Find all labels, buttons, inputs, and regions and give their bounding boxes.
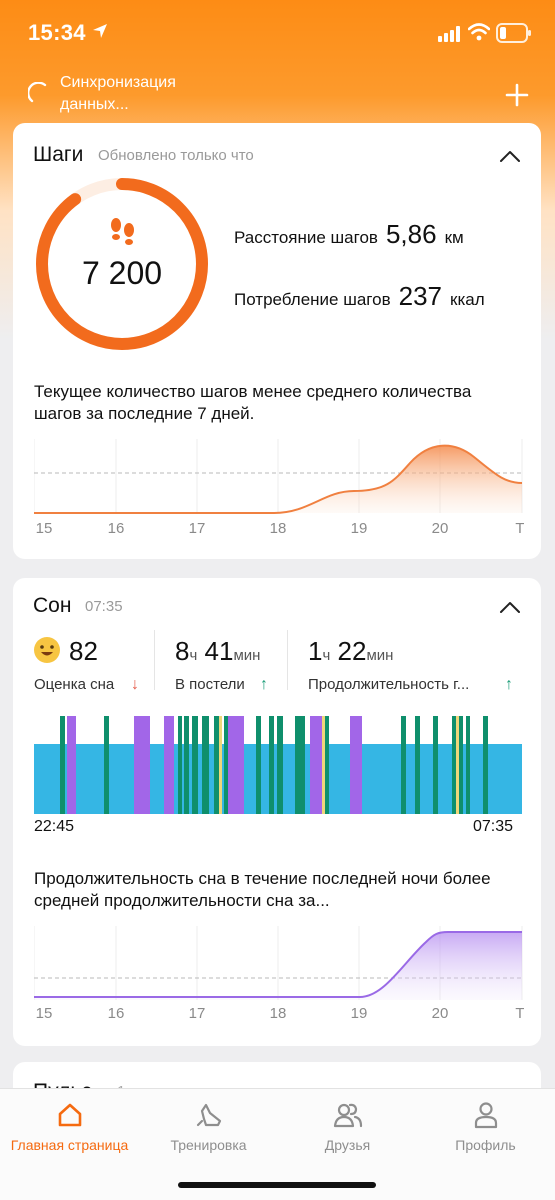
steps-updated: Обновлено только что bbox=[98, 147, 254, 164]
sleep-trend-chart: 15 16 17 18 19 20 T bbox=[34, 926, 524, 1022]
sleep-time: 07:35 bbox=[85, 598, 123, 615]
x-tick-label: 18 bbox=[270, 520, 287, 537]
tab-workout[interactable]: Тренировка bbox=[139, 1089, 278, 1169]
sleep-end-time: 07:35 bbox=[473, 818, 514, 835]
calories-label: Потребление шагов bbox=[234, 290, 391, 309]
in-bed-label: В постели bbox=[175, 676, 245, 693]
x-tick-label: 19 bbox=[351, 520, 368, 537]
footprints-icon bbox=[111, 218, 134, 245]
x-tick-label: 20 bbox=[432, 520, 449, 537]
wifi-icon bbox=[468, 23, 490, 41]
sleep-stages-chart bbox=[34, 716, 522, 814]
sleep-score-label: Оценка сна bbox=[34, 676, 115, 693]
friends-icon bbox=[333, 1103, 362, 1128]
profile-icon bbox=[474, 1102, 497, 1129]
sleep-start-time: 22:45 bbox=[34, 818, 75, 835]
sync-spinner-icon bbox=[28, 82, 47, 103]
x-tick-label: 17 bbox=[189, 1005, 206, 1022]
x-tick-label: 19 bbox=[351, 1005, 368, 1022]
distance-metric: Расстояние шагов 5,86 км bbox=[234, 219, 464, 250]
tab-workout-label: Тренировка bbox=[170, 1137, 247, 1153]
sleep-card[interactable]: Сон 07:35 82 Оценка сна ↓ 8ч 41мин В пос… bbox=[13, 578, 541, 1046]
tab-friends-label: Друзья bbox=[324, 1137, 371, 1153]
x-tick-label: 16 bbox=[108, 1005, 125, 1022]
status-bar: 15:34 bbox=[0, 0, 555, 68]
battery-icon bbox=[496, 23, 531, 43]
steps-trend-chart: 15 16 17 18 19 20 T bbox=[34, 439, 524, 537]
steps-card[interactable]: Шаги Обновлено только что 7 200 Расстоян… bbox=[13, 123, 541, 559]
sleep-chart-caption: Продолжительность сна в течение последне… bbox=[34, 869, 491, 910]
home-icon bbox=[58, 1103, 81, 1127]
distance-value: 5,86 bbox=[385, 219, 437, 249]
x-tick-label: 17 bbox=[189, 520, 206, 537]
smiley-face-icon bbox=[34, 637, 60, 663]
sleep-title: Сон bbox=[33, 594, 72, 617]
sleep-duration-value: 1ч 22мин bbox=[308, 636, 394, 666]
tab-home[interactable]: Главная страница bbox=[0, 1089, 139, 1169]
home-indicator bbox=[178, 1182, 376, 1188]
calories-value: 237 bbox=[398, 281, 443, 311]
distance-label: Расстояние шагов bbox=[234, 228, 378, 247]
chevron-up-icon[interactable] bbox=[499, 149, 521, 163]
steps-count: 7 200 bbox=[81, 255, 163, 291]
distance-unit: км bbox=[444, 228, 464, 247]
steps-title: Шаги bbox=[33, 143, 84, 166]
calories-metric: Потребление шагов 237 ккал bbox=[234, 281, 485, 312]
divider bbox=[154, 630, 155, 690]
sleep-duration-label: Продолжительность г... bbox=[308, 676, 470, 693]
chevron-up-icon[interactable] bbox=[499, 600, 521, 614]
x-tick-label: T bbox=[515, 520, 524, 537]
in-bed-value: 8ч 41мин bbox=[175, 636, 261, 666]
tab-home-label: Главная страница bbox=[10, 1137, 129, 1153]
tab-profile[interactable]: Профиль bbox=[416, 1089, 555, 1169]
divider bbox=[287, 630, 288, 690]
shoe-icon bbox=[196, 1103, 221, 1127]
steps-chart-caption: Текущее количество шагов менее среднего … bbox=[34, 382, 472, 423]
tab-profile-label: Профиль bbox=[455, 1137, 516, 1153]
sleep-score-value: 82 bbox=[69, 636, 98, 666]
calories-unit: ккал bbox=[450, 290, 485, 309]
x-tick-label: 18 bbox=[270, 1005, 287, 1022]
x-tick-label: 16 bbox=[108, 520, 125, 537]
tab-friends[interactable]: Друзья bbox=[278, 1089, 417, 1169]
x-tick-label: 15 bbox=[36, 520, 53, 537]
location-arrow-icon bbox=[93, 24, 107, 38]
add-button[interactable] bbox=[504, 82, 530, 108]
status-time: 15:34 bbox=[28, 20, 86, 45]
arrow-up-icon: ↑ bbox=[505, 676, 513, 693]
x-tick-label: 20 bbox=[432, 1005, 449, 1022]
sync-status: Синхронизация данных... bbox=[26, 68, 326, 118]
x-tick-label: 15 bbox=[36, 1005, 53, 1022]
sync-label: Синхронизация данных... bbox=[60, 74, 176, 113]
arrow-down-icon: ↓ bbox=[131, 676, 139, 693]
x-tick-label: T bbox=[515, 1005, 524, 1022]
cellular-signal-icon bbox=[438, 26, 460, 42]
arrow-up-icon: ↑ bbox=[260, 676, 268, 693]
